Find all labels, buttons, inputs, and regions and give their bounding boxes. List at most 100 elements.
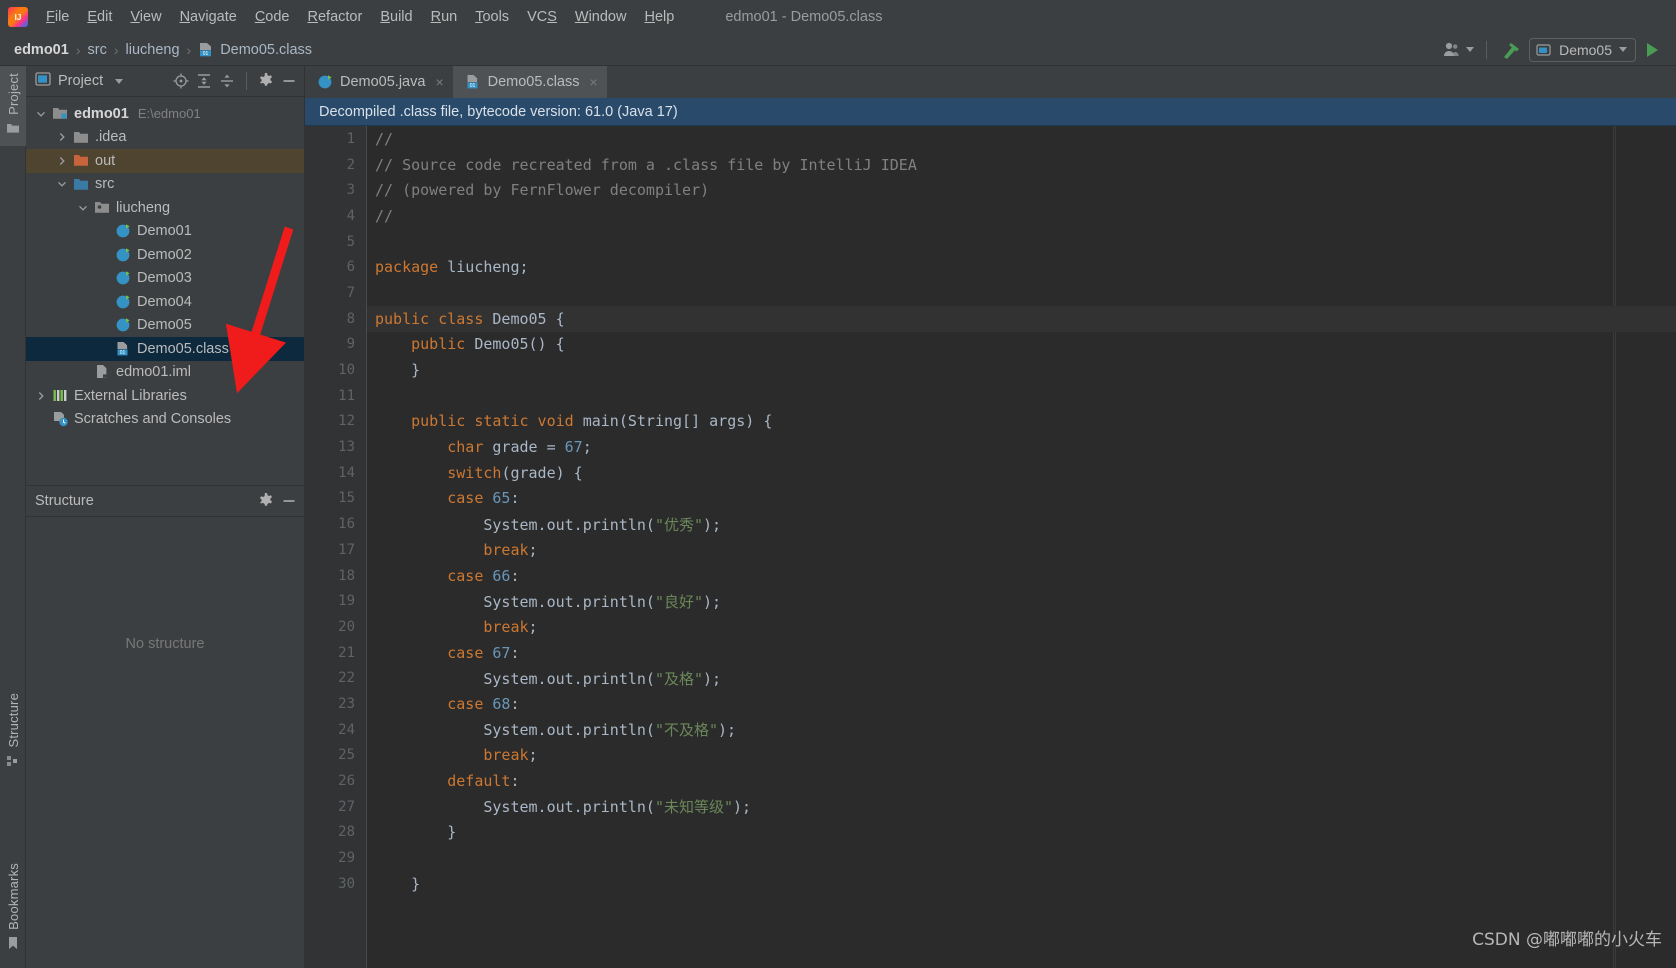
locate-target-icon[interactable] (171, 71, 191, 91)
menu-item-build[interactable]: Build (371, 4, 421, 30)
code-line[interactable]: 10 } (305, 357, 1676, 383)
breadcrumb-separator: › (186, 41, 192, 58)
tree-node-demo05[interactable]: Demo05 (26, 314, 304, 338)
breadcrumb-item-demo05-class[interactable]: 01 Demo05.class (198, 42, 312, 58)
chevron-down-icon[interactable] (109, 71, 129, 91)
menu-item-run[interactable]: Run (422, 4, 467, 30)
menu-item-code[interactable]: Code (246, 4, 299, 30)
rail-tab-structure[interactable]: Structure (0, 686, 26, 779)
code-line[interactable]: 17 break; (305, 537, 1676, 563)
project-panel-actions (171, 71, 299, 91)
code-line[interactable]: 28 } (305, 820, 1676, 846)
breadcrumb-item-edmo01[interactable]: edmo01 (14, 42, 69, 58)
code-line[interactable]: 30 } (305, 871, 1676, 897)
menu-item-window[interactable]: Window (566, 4, 636, 30)
code-line[interactable]: 5 (305, 229, 1676, 255)
java-class-runnable-icon (317, 74, 334, 90)
tree-node-demo01[interactable]: Demo01 (26, 220, 304, 244)
tree-node-edmo01-iml[interactable]: edmo01.iml (26, 361, 304, 385)
tree-node-edmo01[interactable]: edmo01 E:\edmo01 (26, 102, 304, 126)
tree-node-src[interactable]: src (26, 173, 304, 197)
menu-item-view[interactable]: View (121, 4, 170, 30)
code-line[interactable]: 7 (305, 280, 1676, 306)
tree-node-demo02[interactable]: Demo02 (26, 243, 304, 267)
code-line[interactable]: 1 // (305, 126, 1676, 152)
tree-node-external-libraries[interactable]: External Libraries (26, 384, 304, 408)
editor-tab-demo05-class[interactable]: 01 Demo05.class × (452, 66, 607, 98)
code-content[interactable]: 1 // 2 // Source code recreated from a .cla… (305, 126, 1676, 968)
code-line[interactable]: 23 case 68: (305, 691, 1676, 717)
code-line[interactable]: 4 // (305, 203, 1676, 229)
code-line[interactable]: 25 break; (305, 743, 1676, 769)
code-text: char grade = 67; (447, 438, 592, 457)
menu-item-refactor[interactable]: Refactor (299, 4, 372, 30)
gear-icon[interactable] (256, 491, 276, 511)
chevron-right-icon[interactable] (34, 391, 48, 401)
build-hammer-icon[interactable] (1495, 38, 1527, 62)
code-line[interactable]: 2 // Source code recreated from a .class … (305, 152, 1676, 178)
close-icon[interactable]: × (435, 74, 443, 90)
code-line[interactable]: 15 case 65: (305, 486, 1676, 512)
editor-tab-demo05-java[interactable]: Demo05.java × (305, 66, 453, 98)
tree-node-demo05-class[interactable]: 01 Demo05.class (26, 337, 304, 361)
code-line[interactable]: 24 System.out.println("不及格"); (305, 717, 1676, 743)
menu-item-vcs[interactable]: VCS (518, 4, 566, 30)
code-line[interactable]: 27 System.out.println("未知等级"); (305, 794, 1676, 820)
code-line[interactable]: 13 char grade = 67; (305, 434, 1676, 460)
breadcrumb-item-src[interactable]: src (87, 42, 106, 58)
code-text: System.out.println("及格"); (375, 669, 722, 688)
expand-all-icon[interactable] (194, 71, 214, 91)
tree-node--idea[interactable]: .idea (26, 126, 304, 150)
code-line[interactable]: 21 case 67: (305, 640, 1676, 666)
chevron-right-icon[interactable] (55, 156, 69, 166)
user-account-icon[interactable] (1439, 38, 1478, 62)
code-line[interactable]: 26 default: (305, 768, 1676, 794)
decompiled-notification: Decompiled .class file, bytecode version… (305, 98, 1676, 126)
collapse-all-icon[interactable] (217, 71, 237, 91)
minimize-icon[interactable] (279, 71, 299, 91)
code-line[interactable]: 9 public Demo05() { (305, 332, 1676, 358)
minimize-icon[interactable] (279, 491, 299, 511)
menu-item-navigate[interactable]: Navigate (171, 4, 246, 30)
toolbar-divider (1486, 40, 1488, 59)
class-file-icon: 01 (115, 341, 132, 357)
tree-node-demo03[interactable]: Demo03 (26, 267, 304, 291)
menu-item-help[interactable]: Help (635, 4, 683, 30)
chevron-down-icon[interactable] (55, 179, 69, 189)
breadcrumb-label: Demo05.class (220, 41, 313, 58)
line-number: 26 (338, 773, 355, 790)
chevron-right-icon[interactable] (55, 132, 69, 142)
menu-item-edit[interactable]: Edit (78, 4, 121, 30)
chevron-down-icon[interactable] (34, 109, 48, 119)
rail-tab-bookmarks[interactable]: Bookmarks (0, 856, 26, 962)
code-line[interactable]: 18 case 66: (305, 563, 1676, 589)
code-line[interactable]: 3 // (powered by FernFlower decompiler) (305, 177, 1676, 203)
menu-item-tools[interactable]: Tools (466, 4, 518, 30)
run-play-icon[interactable] (1638, 38, 1666, 62)
code-viewport[interactable]: 1 // 2 // Source code recreated from a .cla… (305, 126, 1676, 968)
code-line[interactable]: 20 break; (305, 614, 1676, 640)
gear-icon[interactable] (256, 71, 276, 91)
iml-file-icon (94, 364, 111, 380)
code-line[interactable]: 6 package liucheng; (305, 254, 1676, 280)
code-line[interactable]: 16 System.out.println("优秀"); (305, 511, 1676, 537)
code-line[interactable]: 22 System.out.println("及格"); (305, 665, 1676, 691)
code-line[interactable]: 29 (305, 845, 1676, 871)
rail-tab-project[interactable]: Project (0, 66, 26, 146)
tree-node-liucheng[interactable]: liucheng (26, 196, 304, 220)
tree-node-scratches-and-consoles[interactable]: Scratches and Consoles (26, 408, 304, 432)
code-line[interactable]: 12 public static void main(String[] args… (305, 409, 1676, 435)
tree-node-demo04[interactable]: Demo04 (26, 290, 304, 314)
chevron-down-icon[interactable] (76, 203, 90, 213)
close-icon[interactable]: × (590, 74, 598, 90)
breadcrumb-label: liucheng (125, 41, 180, 58)
breadcrumb-separator: › (75, 41, 81, 58)
code-line[interactable]: 8 public class Demo05 { (305, 305, 1676, 332)
menu-item-file[interactable]: File (37, 4, 78, 30)
code-line[interactable]: 19 System.out.println("良好"); (305, 588, 1676, 614)
code-line[interactable]: 14 switch(grade) { (305, 460, 1676, 486)
tree-node-out[interactable]: out (26, 149, 304, 173)
code-line[interactable]: 11 (305, 383, 1676, 409)
run-configuration-selector[interactable]: Demo05 (1529, 37, 1636, 62)
breadcrumb-item-liucheng[interactable]: liucheng (126, 42, 180, 58)
